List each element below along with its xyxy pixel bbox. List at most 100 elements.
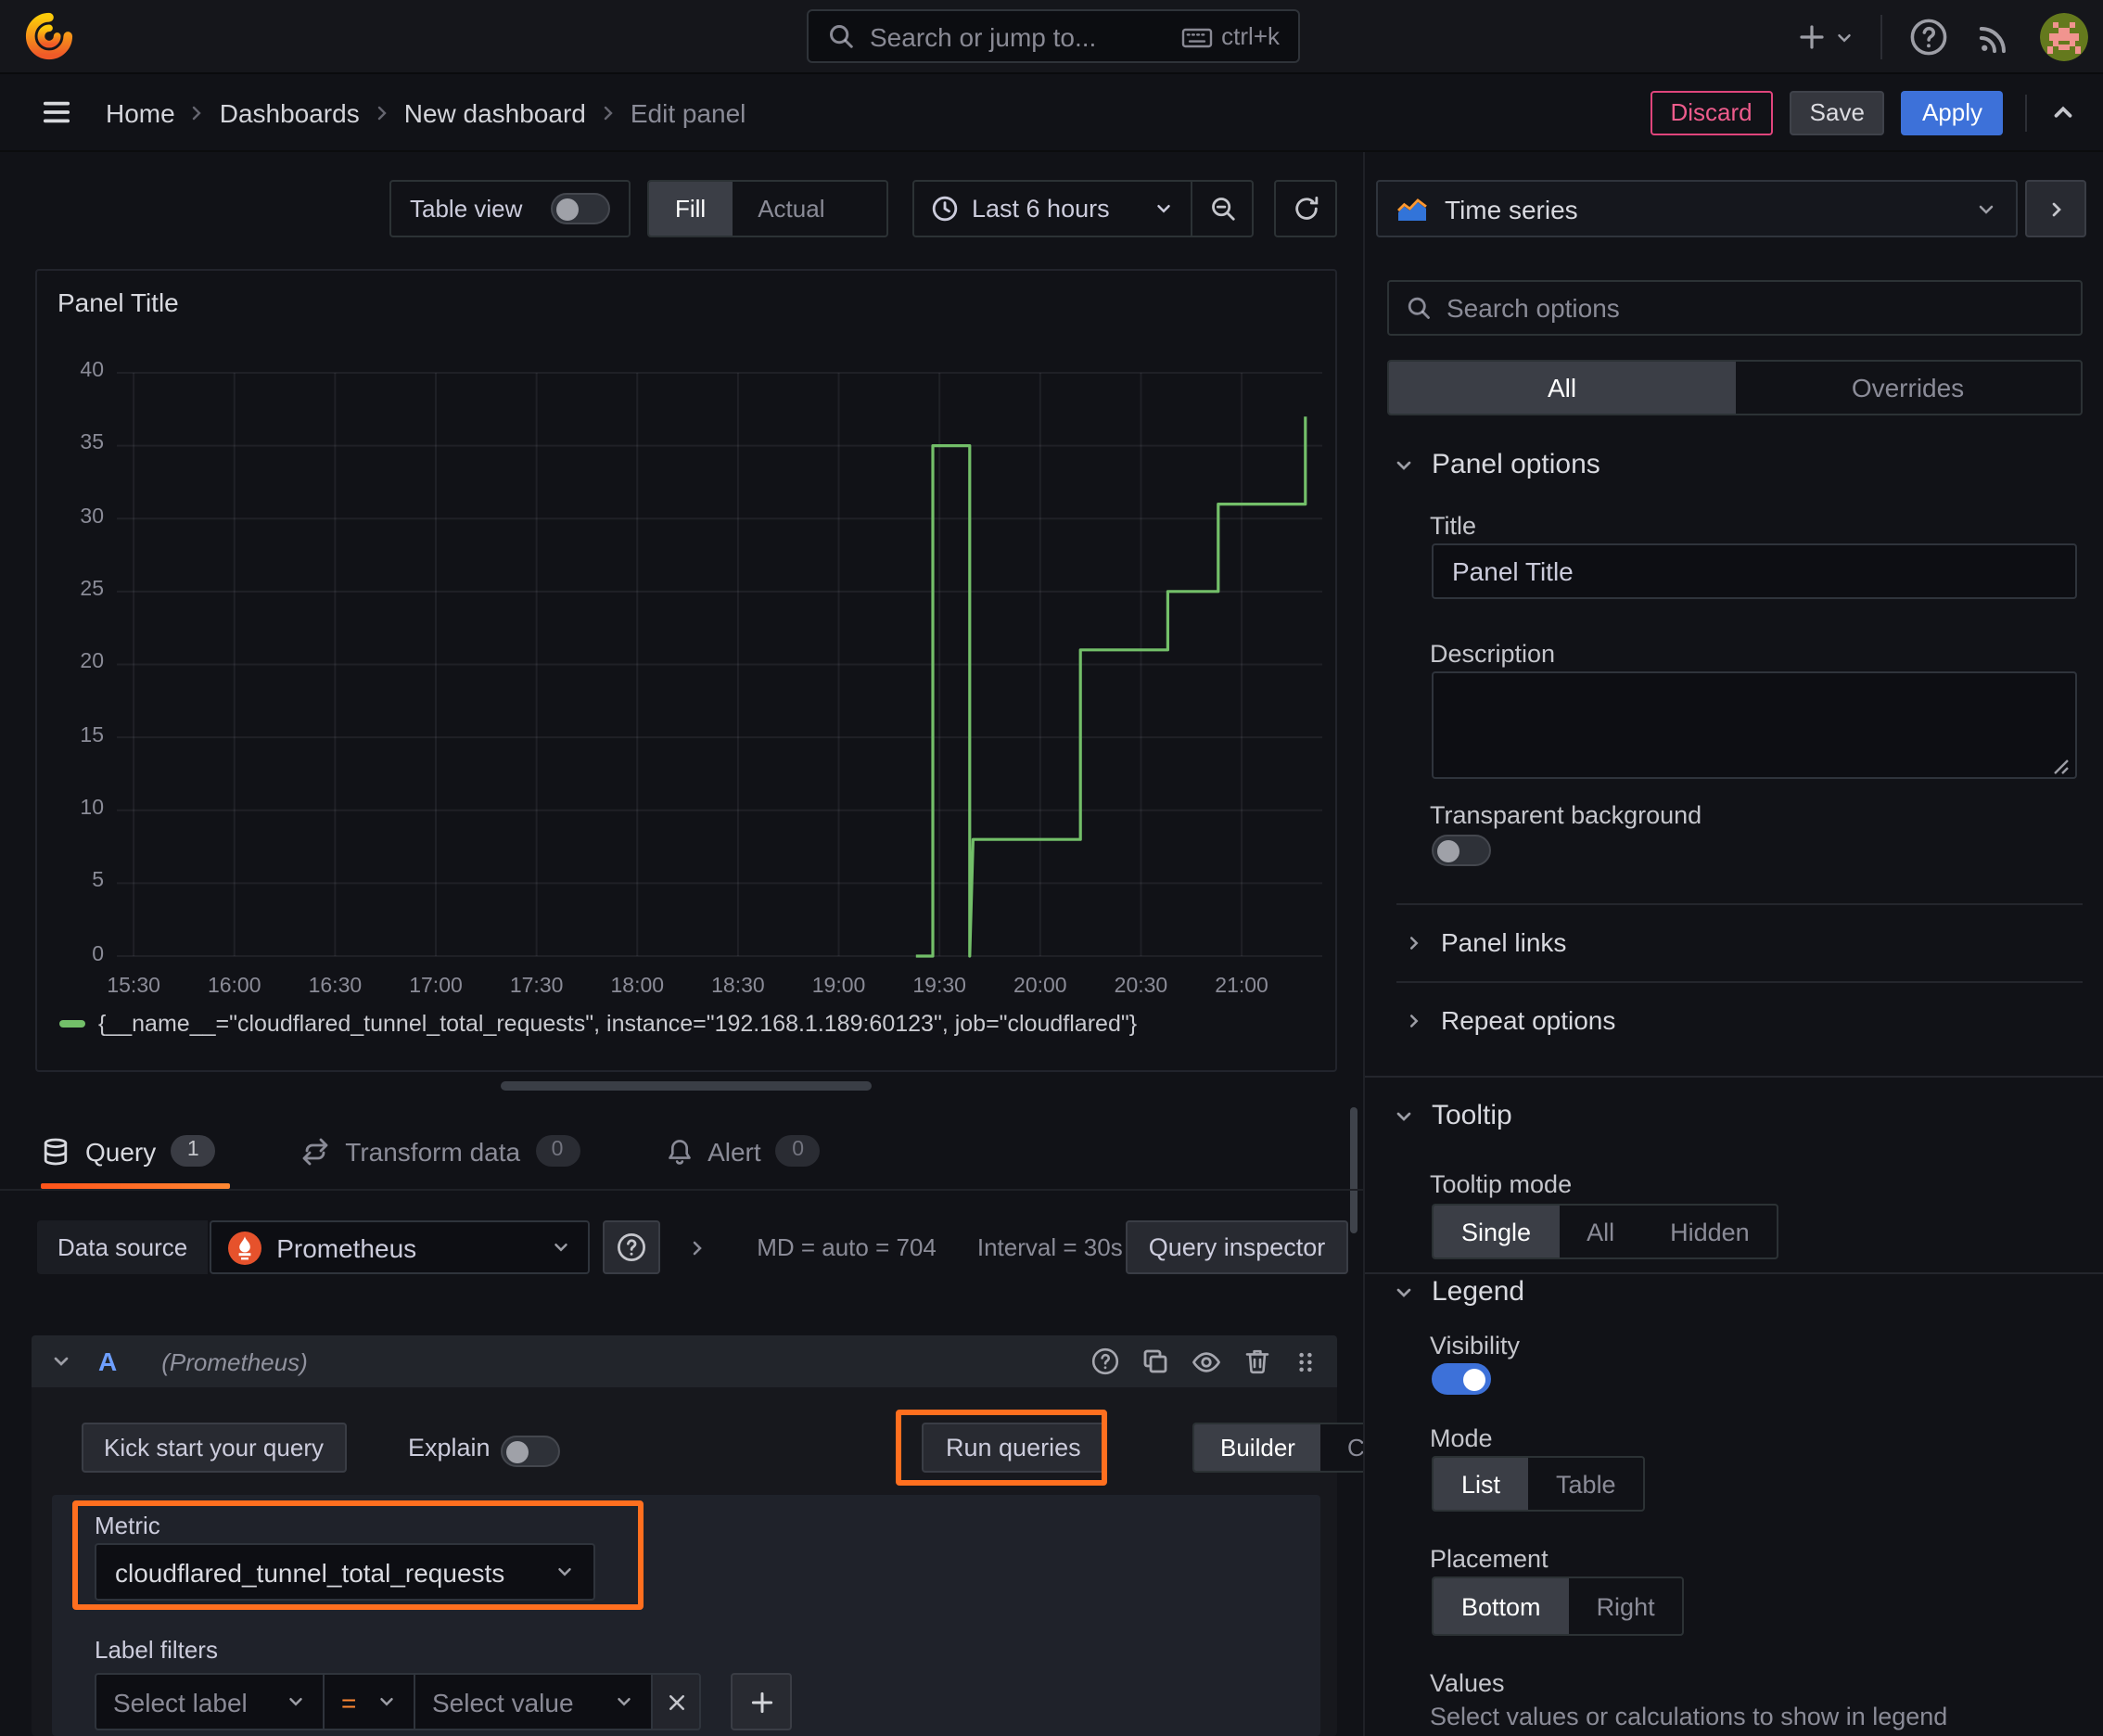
- transparent-background-toggle[interactable]: [1432, 835, 1491, 866]
- datasource-help-button[interactable]: [603, 1220, 661, 1274]
- explain-toggle[interactable]: [501, 1436, 560, 1467]
- datasource-picker[interactable]: Prometheus: [210, 1220, 591, 1274]
- chevron-right-icon: [597, 101, 619, 123]
- tab-query[interactable]: Query 1: [41, 1113, 241, 1189]
- tooltip-mode-all[interactable]: All: [1559, 1206, 1642, 1257]
- tooltip-mode-switch: Single All Hidden: [1432, 1204, 1779, 1259]
- legend-visibility-toggle[interactable]: [1432, 1363, 1491, 1395]
- options-search-input[interactable]: [1447, 293, 2064, 323]
- section-panel-links[interactable]: Panel links: [1404, 927, 1566, 957]
- legend-placement-right[interactable]: Right: [1569, 1578, 1683, 1634]
- legend-mode-list[interactable]: List: [1434, 1458, 1529, 1510]
- y-tick: 30: [80, 505, 104, 529]
- kick-start-query-button[interactable]: Kick start your query: [82, 1423, 346, 1473]
- search-input[interactable]: [870, 21, 1181, 51]
- run-queries-button[interactable]: Run queries: [922, 1423, 1105, 1473]
- select-label-dropdown[interactable]: Select label: [95, 1673, 325, 1730]
- top-navbar: ctrl+k: [0, 0, 2103, 74]
- legend-values-label: Values: [1430, 1669, 1505, 1697]
- tooltip-mode-hidden[interactable]: Hidden: [1642, 1206, 1778, 1257]
- tab-alert[interactable]: Alert 0: [639, 1113, 847, 1189]
- visualization-picker[interactable]: Time series: [1376, 180, 2018, 237]
- tab-transform[interactable]: Transform data 0: [274, 1113, 605, 1189]
- duplicate-query-icon[interactable]: [1141, 1347, 1170, 1376]
- y-axis-labels: 0 5 10 15 20 25 30 35 40: [41, 360, 104, 966]
- legend-mode-table[interactable]: Table: [1528, 1458, 1644, 1510]
- hide-query-icon[interactable]: [1191, 1346, 1222, 1377]
- zoom-out-time-button[interactable]: [1191, 182, 1252, 236]
- legend-label[interactable]: {__name__="cloudflared_tunnel_total_requ…: [98, 1011, 1137, 1037]
- time-range-button[interactable]: Last 6 hours: [914, 182, 1191, 236]
- new-menu-button[interactable]: [1797, 22, 1854, 52]
- panel-title-input[interactable]: [1432, 543, 2077, 599]
- description-textarea[interactable]: [1432, 671, 2077, 779]
- search-icon: [1406, 295, 1432, 321]
- save-button[interactable]: Save: [1789, 90, 1885, 134]
- table-view-toggle[interactable]: [551, 193, 610, 224]
- collapse-options-icon[interactable]: [2049, 98, 2077, 126]
- add-filter-button[interactable]: [731, 1673, 792, 1730]
- description-label: Description: [1430, 640, 1556, 668]
- section-panel-options[interactable]: Panel options: [1393, 449, 1600, 480]
- fill-option[interactable]: Fill: [649, 182, 733, 236]
- drag-query-handle-icon[interactable]: [1293, 1347, 1319, 1375]
- chevron-down-icon: [1834, 27, 1854, 47]
- x-tick: 17:30: [509, 976, 564, 998]
- remove-filter-button[interactable]: [653, 1673, 701, 1730]
- legend-placement-label: Placement: [1430, 1545, 1549, 1573]
- builder-option[interactable]: Builder: [1194, 1424, 1321, 1471]
- toggle-viz-picker-button[interactable]: [2025, 180, 2086, 237]
- chevron-down-icon: [1153, 198, 1174, 219]
- legend-placement-bottom[interactable]: Bottom: [1434, 1578, 1569, 1634]
- grafana-logo-icon[interactable]: [24, 11, 74, 61]
- clock-icon: [931, 195, 959, 223]
- tooltip-mode-label: Tooltip mode: [1430, 1170, 1573, 1198]
- breadcrumb-dashboards[interactable]: Dashboards: [220, 97, 360, 127]
- breadcrumb-home[interactable]: Home: [106, 97, 175, 127]
- apply-button[interactable]: Apply: [1901, 90, 2003, 134]
- table-view-toggle-group: Table view: [389, 180, 631, 237]
- actual-option[interactable]: Actual: [732, 182, 850, 236]
- query-help-icon[interactable]: [1090, 1347, 1120, 1376]
- breadcrumb: Home Dashboards New dashboard Edit panel: [106, 97, 746, 127]
- divider: [1365, 1272, 2103, 1274]
- tooltip-mode-single[interactable]: Single: [1434, 1206, 1560, 1257]
- chevron-right-icon: [371, 101, 393, 123]
- divider: [1396, 981, 2083, 983]
- x-tick: 17:00: [409, 976, 463, 998]
- legend-placement-switch: Bottom Right: [1432, 1576, 1685, 1636]
- section-legend[interactable]: Legend: [1393, 1276, 1524, 1308]
- query-row-header[interactable]: A (Prometheus): [32, 1335, 1337, 1387]
- select-value-dropdown[interactable]: Select value: [415, 1673, 653, 1730]
- discard-button[interactable]: Discard: [1650, 90, 1773, 134]
- tab-overrides[interactable]: Overrides: [1735, 362, 2081, 414]
- global-search[interactable]: ctrl+k: [807, 9, 1300, 63]
- user-avatar[interactable]: [2040, 13, 2088, 61]
- x-tick: 20:00: [1013, 976, 1067, 998]
- y-tick: 5: [92, 870, 104, 893]
- tooltip-heading: Tooltip: [1432, 1100, 1512, 1131]
- section-tooltip[interactable]: Tooltip: [1393, 1100, 1512, 1131]
- chevron-down-icon: [376, 1691, 397, 1712]
- query-inspector-button[interactable]: Query inspector: [1126, 1220, 1348, 1274]
- metric-select[interactable]: cloudflared_tunnel_total_requests: [95, 1543, 595, 1601]
- help-icon[interactable]: [1908, 17, 1949, 57]
- section-repeat-options[interactable]: Repeat options: [1404, 1005, 1615, 1035]
- menu-icon[interactable]: [41, 98, 72, 126]
- tab-query-label: Query: [85, 1136, 157, 1166]
- tab-all[interactable]: All: [1389, 362, 1735, 414]
- panel-title[interactable]: Panel Title: [57, 287, 179, 317]
- operator-dropdown[interactable]: =: [325, 1673, 415, 1730]
- resize-drag-handle[interactable]: [501, 1081, 872, 1091]
- delete-query-icon[interactable]: [1243, 1347, 1272, 1376]
- expand-stats-icon[interactable]: [686, 1236, 708, 1258]
- legend-swatch[interactable]: [59, 1020, 85, 1028]
- refresh-button[interactable]: [1274, 180, 1337, 237]
- y-tick: 25: [80, 578, 104, 601]
- news-rss-icon[interactable]: [1975, 18, 2014, 57]
- time-series-chart[interactable]: [111, 364, 1326, 966]
- chevron-down-icon: [554, 1562, 575, 1582]
- options-search[interactable]: [1387, 280, 2083, 336]
- breadcrumb-new-dashboard[interactable]: New dashboard: [404, 97, 586, 127]
- datasource-row: Data source Prometheus MD = auto = 704 I…: [37, 1220, 1348, 1274]
